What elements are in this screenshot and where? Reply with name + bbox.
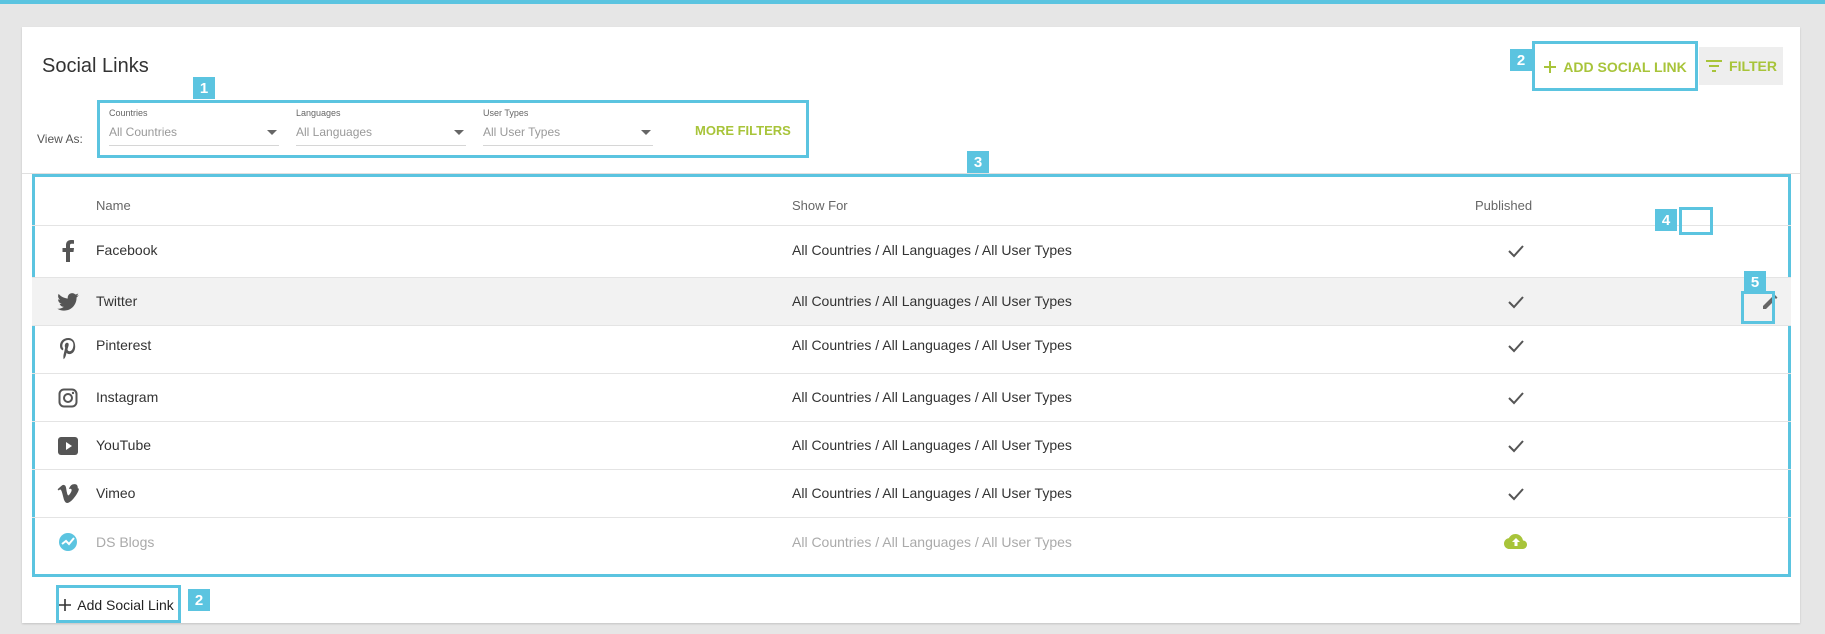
highlight-edit-button xyxy=(1741,291,1775,324)
add-social-link-bottom-label: Add Social Link xyxy=(77,597,174,613)
social-links-table: Name Show For Published Facebook All Cou… xyxy=(32,177,1791,577)
table-row[interactable]: Instagram All Countries / All Languages … xyxy=(32,373,1791,421)
row-show-for: All Countries / All Languages / All User… xyxy=(792,337,1072,353)
plus-icon xyxy=(59,599,72,611)
checkmark-icon[interactable] xyxy=(1506,292,1526,312)
user-types-select-value: All User Types xyxy=(483,125,561,139)
column-header-name: Name xyxy=(96,198,131,213)
filter-button[interactable]: FILTER xyxy=(1699,47,1783,85)
checkmark-icon[interactable] xyxy=(1506,388,1526,408)
column-header-published: Published xyxy=(1475,198,1533,213)
checkmark-icon[interactable] xyxy=(1506,336,1526,356)
table-row[interactable]: Facebook All Countries / All Languages /… xyxy=(32,225,1791,277)
youtube-icon xyxy=(57,435,79,457)
table-row[interactable]: Pinterest All Countries / All Languages … xyxy=(32,325,1791,373)
twitter-icon xyxy=(57,291,79,313)
row-name: DS Blogs xyxy=(96,534,155,550)
chevron-down-icon xyxy=(454,130,464,135)
row-show-for: All Countries / All Languages / All User… xyxy=(792,437,1072,453)
add-social-link-button[interactable]: ADD SOCIAL LINK xyxy=(1534,44,1696,90)
checkmark-icon[interactable] xyxy=(1506,436,1526,456)
row-show-for: All Countries / All Languages / All User… xyxy=(792,534,1072,550)
chevron-down-icon xyxy=(641,130,651,135)
add-social-link-label: ADD SOCIAL LINK xyxy=(1563,59,1687,75)
table-row[interactable]: Vimeo All Countries / All Languages / Al… xyxy=(32,469,1791,517)
row-name: Twitter xyxy=(96,293,138,309)
table-row[interactable]: Twitter All Countries / All Languages / … xyxy=(32,277,1791,325)
column-header-show-for: Show For xyxy=(792,198,848,213)
callout-badge: 2 xyxy=(188,589,210,611)
callout-badge: 1 xyxy=(193,77,215,99)
table-row[interactable]: YouTube All Countries / All Languages / … xyxy=(32,421,1791,469)
chevron-down-icon xyxy=(267,130,277,135)
row-show-for: All Countries / All Languages / All User… xyxy=(792,242,1072,258)
languages-select-label: Languages xyxy=(296,108,341,118)
callout-badge: 4 xyxy=(1655,209,1677,231)
row-show-for: All Countries / All Languages / All User… xyxy=(792,293,1072,309)
callout-badge: 2 xyxy=(1510,49,1532,71)
view-as-label: View As: xyxy=(37,132,83,146)
row-name: Facebook xyxy=(96,242,158,258)
row-name: Instagram xyxy=(96,389,159,405)
countries-select[interactable]: Countries All Countries xyxy=(109,108,279,146)
table-row[interactable]: DS Blogs All Countries / All Languages /… xyxy=(32,517,1791,567)
plus-icon xyxy=(1544,61,1557,73)
countries-select-value: All Countries xyxy=(109,125,178,139)
more-filters-button[interactable]: MORE FILTERS xyxy=(695,123,791,138)
callout-badge: 3 xyxy=(967,151,989,173)
checkmark-icon[interactable] xyxy=(1506,484,1526,504)
top-accent-bar xyxy=(0,0,1825,4)
social-links-card: Social Links 2 ADD SOCIAL LINK FILTER Vi… xyxy=(22,27,1800,623)
ds-blogs-icon xyxy=(57,531,79,553)
cloud-upload-icon[interactable] xyxy=(1504,532,1528,552)
filter-label: FILTER xyxy=(1729,58,1777,74)
row-name: YouTube xyxy=(96,437,152,453)
row-name: Vimeo xyxy=(96,485,136,501)
highlight-published-toggle xyxy=(1679,207,1713,235)
facebook-icon xyxy=(57,240,79,262)
checkmark-icon[interactable] xyxy=(1506,241,1526,261)
languages-select-value: All Languages xyxy=(296,125,373,139)
countries-select-label: Countries xyxy=(109,108,148,118)
user-types-select[interactable]: User Types All User Types xyxy=(483,108,653,146)
page-title: Social Links xyxy=(42,55,149,77)
languages-select[interactable]: Languages All Languages xyxy=(296,108,466,146)
callout-badge: 5 xyxy=(1744,271,1766,293)
instagram-icon xyxy=(57,387,79,409)
add-social-link-bottom-button[interactable]: Add Social Link xyxy=(56,588,176,622)
filter-bar: Countries All Countries Languages All La… xyxy=(97,100,809,156)
row-show-for: All Countries / All Languages / All User… xyxy=(792,389,1072,405)
user-types-select-label: User Types xyxy=(483,108,529,118)
filter-icon xyxy=(1706,60,1723,72)
vimeo-icon xyxy=(57,483,79,505)
row-show-for: All Countries / All Languages / All User… xyxy=(792,485,1072,501)
row-name: Pinterest xyxy=(96,337,152,353)
pinterest-icon xyxy=(57,338,79,360)
